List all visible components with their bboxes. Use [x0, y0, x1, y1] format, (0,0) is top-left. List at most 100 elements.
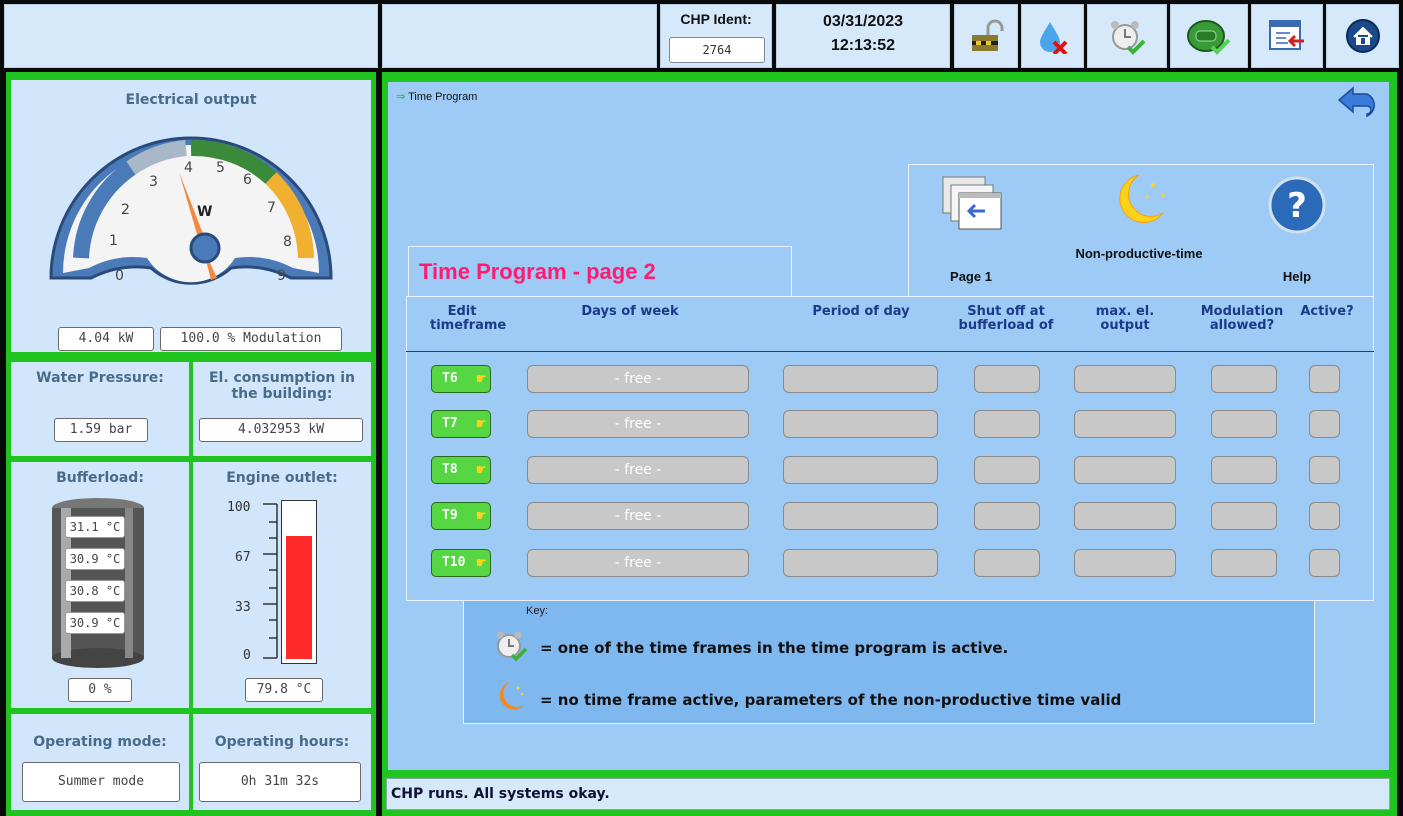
max-el-output-field[interactable]: [1074, 502, 1176, 530]
page1-label: Page 1: [950, 269, 992, 284]
pointing-hand-icon: ☛: [476, 506, 486, 525]
col-modulation-allowed: Modulation allowed?: [1200, 304, 1284, 333]
help-button[interactable]: ? Help: [1257, 175, 1337, 284]
page1-button[interactable]: Page 1: [931, 175, 1011, 284]
home-button[interactable]: [1326, 4, 1399, 68]
modulation-allowed-field[interactable]: [1211, 456, 1277, 484]
home-icon: [1345, 19, 1380, 53]
col-edit-timeframe: Edit timeframe: [430, 304, 507, 333]
modulation-allowed-field[interactable]: [1211, 365, 1277, 393]
max-el-output-field[interactable]: [1074, 549, 1176, 577]
key-line-active: = one of the time frames in the time pro…: [540, 639, 1009, 657]
days-of-week-field[interactable]: - free -: [527, 410, 749, 438]
water-alarm-button[interactable]: [1021, 4, 1084, 68]
col-period-of-day: Period of day: [812, 304, 910, 319]
help-label: Help: [1282, 269, 1312, 284]
shut-off-bufferload-field[interactable]: [974, 549, 1040, 577]
el-consumption-label: El. consumption in the building:: [208, 370, 356, 402]
active-field[interactable]: [1309, 502, 1340, 530]
shut-off-bufferload-field[interactable]: [974, 410, 1040, 438]
shut-off-bufferload-field[interactable]: [974, 502, 1040, 530]
key-legend: Key: = one of the time frames in the tim…: [463, 600, 1315, 724]
period-of-day-field[interactable]: [783, 410, 938, 438]
active-field[interactable]: [1309, 365, 1340, 393]
arrow-right-icon: ⇒: [396, 91, 406, 103]
operating-hours-section: Operating hours: 0h 31m 32s: [193, 714, 371, 810]
status-bar: CHP runs. All systems okay.: [386, 778, 1390, 810]
left-status-panel: Electrical output 0 1 2 3 4 5 6 7 8 9 W …: [6, 72, 376, 816]
unlock-icon: [972, 19, 1004, 51]
days-of-week-field[interactable]: - free -: [527, 456, 749, 484]
active-field[interactable]: [1309, 410, 1340, 438]
edit-timeframe-button[interactable]: T7 ☛: [431, 410, 491, 438]
logout-screen-icon: [1269, 20, 1304, 50]
max-el-output-field[interactable]: [1074, 410, 1176, 438]
chp-ident-value: 2764: [669, 37, 765, 63]
breadcrumb[interactable]: ⇒ Time Program: [396, 90, 477, 103]
operating-hours-label: Operating hours:: [214, 734, 350, 750]
period-of-day-field[interactable]: [783, 456, 938, 484]
timeframe-id: T9: [442, 508, 458, 523]
timeframe-id: T6: [442, 371, 458, 386]
gauge-tick-7: 7: [267, 200, 276, 216]
engine-outlet-label: Engine outlet:: [226, 470, 338, 486]
logout-screen-button[interactable]: [1251, 4, 1323, 68]
help-question-icon: ?: [1268, 176, 1326, 234]
active-field[interactable]: [1309, 549, 1340, 577]
col-days-of-week: Days of week: [581, 304, 679, 319]
header-bar: CHP Ident: 2764 03/31/2023 12:13:52: [0, 0, 1403, 72]
edit-timeframe-button[interactable]: T6 ☛: [431, 365, 491, 393]
windows-back-icon: [942, 176, 1002, 230]
engine-scale-ticks: [263, 503, 278, 659]
max-el-output-field[interactable]: [1074, 456, 1176, 484]
edit-timeframe-button[interactable]: T10 ☛: [431, 549, 491, 577]
nonproductive-time-label: Non-productive-time: [1075, 246, 1203, 261]
bufferload-value: 0 %: [68, 678, 132, 702]
operating-mode-label: Operating mode:: [33, 734, 167, 750]
operating-mode-value: Summer mode: [22, 762, 180, 802]
engine-ok-icon: [1187, 20, 1231, 55]
period-of-day-field[interactable]: [783, 549, 938, 577]
days-of-week-field[interactable]: - free -: [527, 549, 749, 577]
moon-stars-icon: [1119, 174, 1165, 223]
bufferload-label: Bufferload:: [56, 470, 144, 486]
pointing-hand-icon: ☛: [476, 414, 486, 433]
datetime-panel: 03/31/2023 12:13:52: [776, 4, 950, 68]
nonproductive-time-button[interactable]: Non-productive-time: [1069, 167, 1209, 283]
timeframe-id: T10: [442, 555, 466, 570]
title-box: Time Program - page 2: [408, 246, 792, 296]
engine-scale-100: 100: [227, 500, 251, 515]
pointing-hand-icon: ☛: [476, 460, 486, 479]
edit-timeframe-button[interactable]: T9 ☛: [431, 502, 491, 530]
power-value-box: 4.04 kW: [58, 327, 154, 351]
active-field[interactable]: [1309, 456, 1340, 484]
period-of-day-field[interactable]: [783, 502, 938, 530]
time-text: 12:13:52: [830, 37, 896, 54]
alarm-clock-check-icon: [496, 631, 528, 662]
max-el-output-field[interactable]: [1074, 365, 1176, 393]
breadcrumb-text: Time Program: [408, 91, 478, 103]
chp-ident-panel: CHP Ident: 2764: [660, 4, 772, 68]
shut-off-bufferload-field[interactable]: [974, 365, 1040, 393]
water-alarm-icon: [1039, 22, 1067, 54]
modulation-allowed-field[interactable]: [1211, 549, 1277, 577]
time-program-button[interactable]: [1087, 4, 1167, 68]
engine-outlet-bar: [281, 500, 317, 664]
modulation-allowed-field[interactable]: [1211, 502, 1277, 530]
engine-status-button[interactable]: [1170, 4, 1248, 68]
modulation-allowed-field[interactable]: [1211, 410, 1277, 438]
chp-ident-label: CHP Ident:: [680, 11, 752, 27]
engine-scale-0: 0: [243, 648, 251, 663]
bufferload-section: Bufferload: 31.1 °C 30.9 °C 30.8 °C 30.9…: [11, 462, 189, 708]
col-max-el-output: max. el. output: [1095, 304, 1155, 333]
shut-off-bufferload-field[interactable]: [974, 456, 1040, 484]
gauge-unit: W: [197, 204, 212, 220]
electrical-output-section: Electrical output 0 1 2 3 4 5 6 7 8 9 W …: [11, 80, 371, 352]
period-of-day-field[interactable]: [783, 365, 938, 393]
edit-timeframe-button[interactable]: T8 ☛: [431, 456, 491, 484]
unlock-button[interactable]: [954, 4, 1018, 68]
buffer-temp-3: 30.8 °C: [65, 580, 125, 602]
days-of-week-field[interactable]: - free -: [527, 365, 749, 393]
days-of-week-field[interactable]: - free -: [527, 502, 749, 530]
back-button[interactable]: [1337, 86, 1381, 122]
